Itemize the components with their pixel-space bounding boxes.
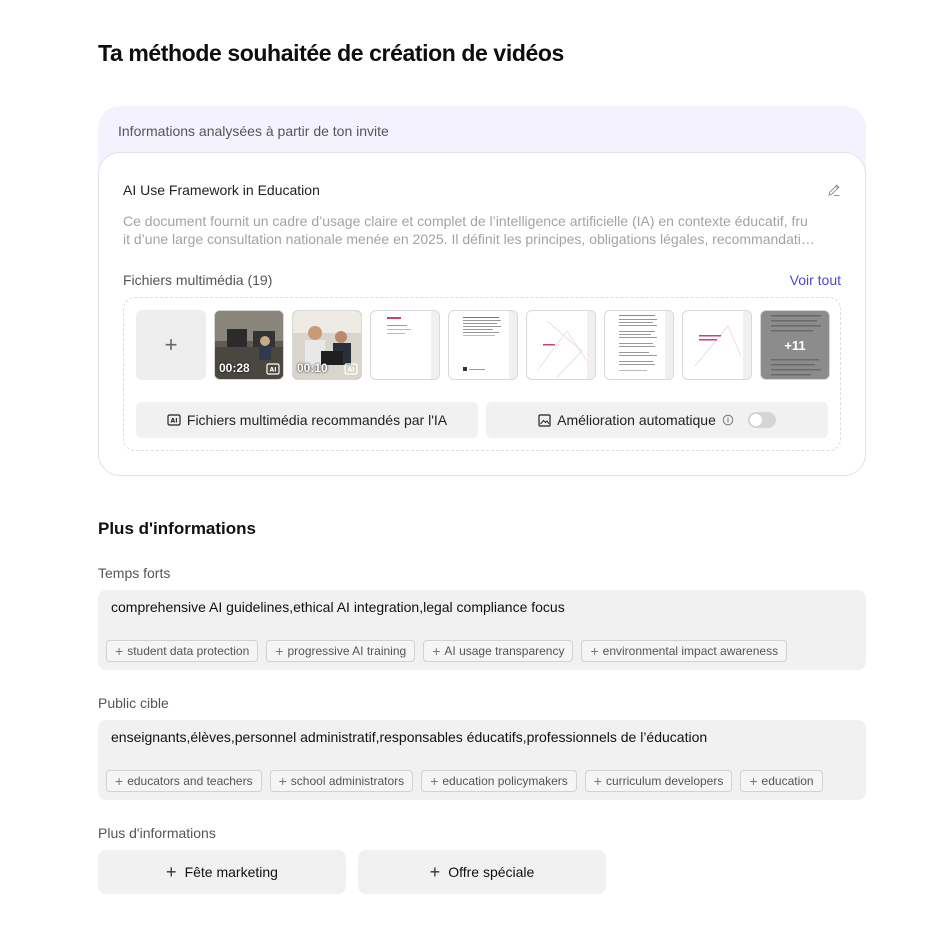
more-media-tile[interactable]: +11	[760, 310, 830, 380]
info-icon[interactable]	[722, 414, 734, 426]
document-title: AI Use Framework in Education	[123, 182, 320, 198]
auto-enhance-toggle[interactable]	[747, 412, 776, 428]
ai-recommended-media-label: Fichiers multimédia recommandés par l'IA	[186, 412, 448, 428]
ai-media-icon: AI	[167, 413, 181, 426]
chip-label: curriculum developers	[605, 774, 724, 788]
plus-icon: +	[115, 773, 124, 789]
document-thumbnail[interactable]	[604, 310, 674, 380]
plus-icon: +	[275, 643, 284, 659]
description-line: it d’une large consultation nationale me…	[123, 231, 815, 247]
extra-info-label: Plus d'informations	[98, 825, 216, 841]
plus-icon: +	[115, 643, 124, 659]
plus-icon: +	[429, 861, 441, 882]
auto-enhance-control: Amélioration automatique	[486, 402, 828, 438]
document-description: Ce document fournit un cadre d’usage cla…	[123, 212, 841, 248]
document-thumbnail[interactable]	[448, 310, 518, 380]
suggestion-chip[interactable]: + progressive AI training	[266, 640, 416, 662]
video-duration: 00:28	[219, 361, 250, 375]
svg-text:AI: AI	[170, 417, 177, 424]
audience-label: Public cible	[98, 695, 169, 711]
more-info-title: Plus d'informations	[98, 519, 256, 538]
suggestion-chip[interactable]: + education	[740, 770, 823, 792]
plus-icon: +	[590, 643, 599, 659]
chip-label: progressive AI training	[287, 644, 407, 658]
highlights-field[interactable]: comprehensive AI guidelines,ethical AI i…	[98, 590, 866, 670]
video-thumbnail[interactable]: 00:28 AI	[214, 310, 284, 380]
suggestion-chip[interactable]: + curriculum developers	[584, 770, 733, 792]
suggestion-chip[interactable]: + student data protection	[106, 640, 259, 662]
chip-label: education	[761, 774, 814, 788]
highlights-suggestions: + student data protection + progressive AI…	[106, 640, 788, 662]
ai-badge-icon: AI	[344, 363, 358, 375]
image-icon	[538, 413, 551, 427]
ai-recommended-media-button[interactable]: AI Fichiers multimédia recommandés par l…	[136, 402, 478, 438]
plus-icon: +	[164, 332, 178, 357]
video-duration: 00:10	[297, 361, 328, 375]
description-line: Ce document fournit un cadre d’usage cla…	[123, 213, 808, 229]
highlights-label: Temps forts	[98, 565, 171, 581]
document-thumbnail[interactable]	[370, 310, 440, 380]
plus-icon: +	[432, 643, 441, 659]
audience-field[interactable]: enseignants,élèves,personnel administrat…	[98, 720, 866, 800]
svg-text:AI: AI	[270, 367, 277, 374]
document-page-image	[613, 311, 673, 379]
document-page-image	[691, 311, 751, 379]
media-thumbnails: + 00:28 AI 00:10 AI +11	[136, 310, 830, 380]
chip-label: education policymakers	[442, 774, 568, 788]
highlights-value[interactable]: comprehensive AI guidelines,ethical AI i…	[111, 599, 565, 615]
analysis-panel: Informations analysées à partir de ton i…	[98, 106, 866, 476]
special-offer-button[interactable]: + Offre spéciale	[358, 850, 606, 894]
chip-label: AI usage transparency	[444, 644, 565, 658]
marketing-event-button[interactable]: + Fête marketing	[98, 850, 346, 894]
document-thumbnail[interactable]	[682, 310, 752, 380]
more-media-count: +11	[784, 337, 806, 353]
suggestion-chip[interactable]: + school administrators	[269, 770, 414, 792]
suggestion-chip[interactable]: + educators and teachers	[106, 770, 262, 792]
document-page-image	[457, 311, 517, 379]
svg-text:AI: AI	[348, 367, 355, 374]
suggestion-chip[interactable]: + environmental impact awareness	[581, 640, 788, 662]
plus-icon: +	[749, 773, 758, 789]
audience-suggestions: + educators and teachers + school administ…	[106, 770, 823, 792]
auto-enhance-label: Amélioration automatique	[557, 412, 716, 428]
document-page-image	[379, 311, 439, 379]
chip-label: school administrators	[290, 774, 405, 788]
marketing-event-label: Fête marketing	[184, 864, 278, 880]
media-files-label: Fichiers multimédia (19)	[123, 272, 273, 288]
plus-icon: +	[278, 773, 287, 789]
analysis-header: Informations analysées à partir de ton i…	[118, 123, 389, 139]
page-title: Ta méthode souhaitée de création de vidé…	[98, 40, 564, 66]
plus-icon: +	[166, 861, 177, 882]
video-thumbnail[interactable]: 00:10 AI	[292, 310, 362, 380]
plus-icon: +	[430, 773, 439, 789]
suggestion-chip[interactable]: + education policymakers	[421, 770, 577, 792]
document-thumbnail[interactable]	[526, 310, 596, 380]
media-files-box: + 00:28 AI 00:10 AI +11 AI Fichiers mult…	[123, 297, 841, 451]
analysis-card: AI Use Framework in Education Ce documen…	[98, 152, 866, 476]
see-all-link[interactable]: Voir tout	[790, 272, 841, 288]
document-page-image	[535, 311, 595, 379]
special-offer-label: Offre spéciale	[448, 864, 535, 880]
ai-badge-icon: AI	[266, 363, 280, 375]
chip-label: student data protection	[127, 644, 250, 658]
chip-label: environmental impact awareness	[602, 644, 779, 658]
audience-value[interactable]: enseignants,élèves,personnel administrat…	[111, 729, 707, 745]
plus-icon: +	[593, 773, 602, 789]
suggestion-chip[interactable]: + AI usage transparency	[423, 640, 574, 662]
edit-icon[interactable]	[826, 182, 842, 198]
add-media-button[interactable]: +	[136, 310, 206, 380]
chip-label: educators and teachers	[127, 774, 253, 788]
